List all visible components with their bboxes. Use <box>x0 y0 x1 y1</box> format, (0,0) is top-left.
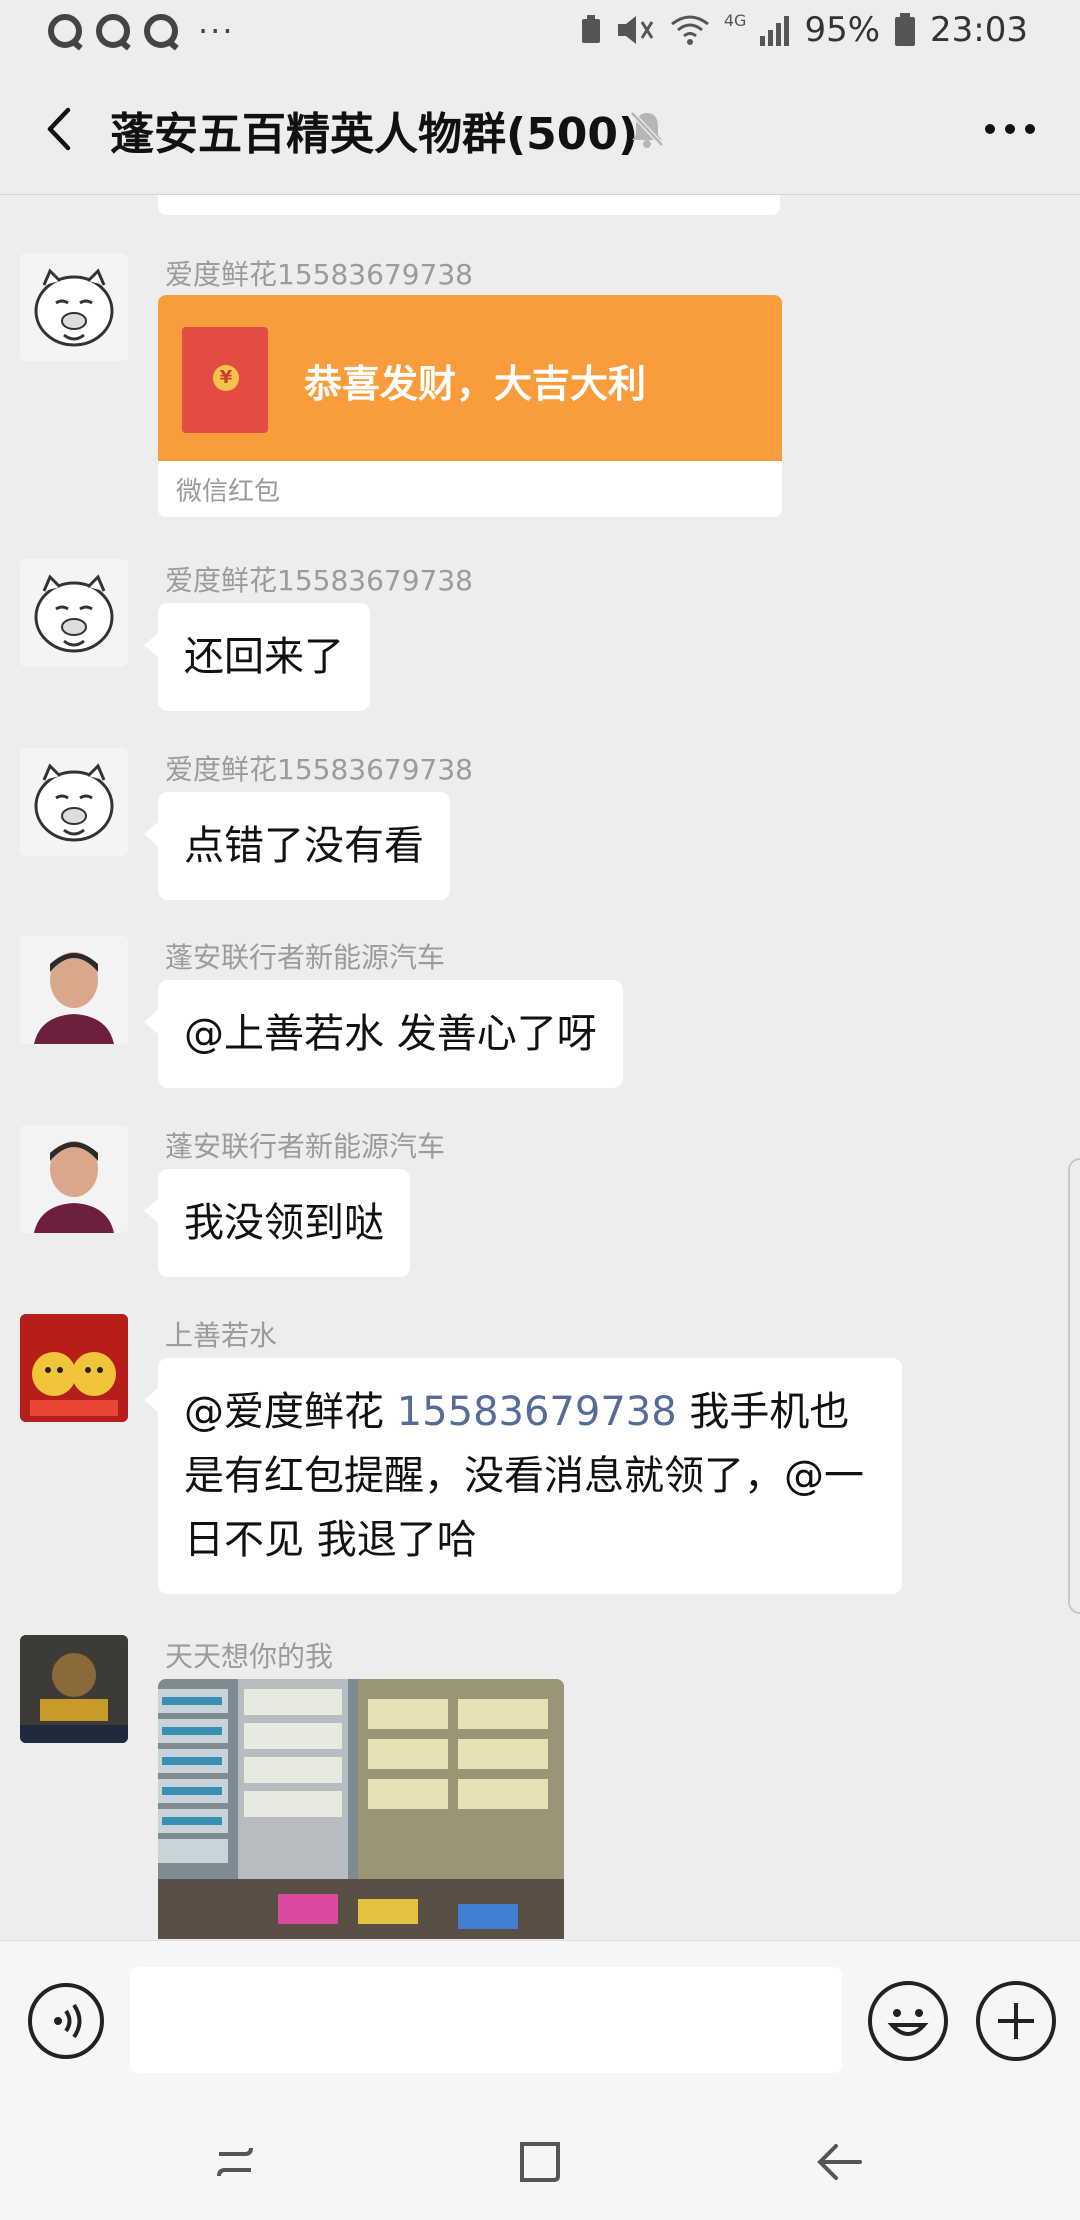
plus-icon <box>998 2003 1034 2039</box>
message-text: @爱度鲜花 <box>184 1389 397 1435</box>
avatar[interactable] <box>20 1314 128 1422</box>
sender-name: 蓬安联行者新能源汽车 <box>165 941 446 974</box>
voice-icon <box>54 2003 82 2039</box>
red-packet-greeting: 恭喜发财，大吉大利 <box>304 362 647 406</box>
message-item: 爱度鲜花15583679738 点错了没有看 <box>0 748 1080 918</box>
home-icon[interactable] <box>510 2132 570 2192</box>
scroll-edge-handle[interactable] <box>1068 1158 1080 1614</box>
man-portrait-icon <box>20 936 128 1044</box>
image-message[interactable] <box>158 1679 564 1939</box>
message-list[interactable]: 爱度鲜花15583679738 ¥ 恭喜发财，大吉大利 微信红包 爱度鲜花155… <box>0 195 1080 1940</box>
chat-header: 蓬安五百精英人物群(500) <box>0 64 1080 195</box>
text-bubble[interactable]: @爱度鲜花 15583679738 我手机也是有红包提醒，没看消息就领了，@一日… <box>144 1358 902 1594</box>
more-options-icon[interactable] <box>980 104 1040 154</box>
man-portrait-icon <box>20 1125 128 1233</box>
festive-dog-dolls-icon <box>20 1314 128 1422</box>
cartoon-pig-face-icon <box>34 763 114 842</box>
page-title: 蓬安五百精英人物群(500) <box>110 109 639 160</box>
battery-percent: 95% <box>804 10 881 50</box>
game-character-icon <box>20 1635 128 1743</box>
input-bar <box>0 1940 1080 2103</box>
back-icon[interactable] <box>810 2132 870 2192</box>
message-input[interactable] <box>130 1967 842 2073</box>
recent-apps-icon[interactable] <box>205 2132 265 2192</box>
text-bubble[interactable]: 还回来了 <box>144 603 370 711</box>
wifi-icon <box>670 15 709 45</box>
back-arrow-icon[interactable] <box>36 104 86 154</box>
avatar[interactable] <box>20 1125 128 1233</box>
emoji-button[interactable] <box>868 1981 948 2061</box>
voice-input-button[interactable] <box>28 1983 104 2059</box>
qq-notification-icon <box>48 14 82 48</box>
phone-number-link[interactable]: 15583679738 <box>397 1389 677 1435</box>
more-functions-button[interactable] <box>976 1981 1056 2061</box>
system-navigation-bar <box>0 2102 1080 2220</box>
sender-name: 爱度鲜花15583679738 <box>165 258 473 291</box>
battery-icon <box>895 13 916 46</box>
message-item: 爱度鲜花15583679738 ¥ 恭喜发财，大吉大利 微信红包 <box>0 253 1080 583</box>
text-bubble[interactable]: 点错了没有看 <box>144 792 450 900</box>
avatar[interactable] <box>20 253 128 361</box>
red-packet-card[interactable]: ¥ 恭喜发财，大吉大利 微信红包 <box>158 295 782 517</box>
red-envelope-icon: ¥ <box>182 327 268 433</box>
smiley-icon <box>887 2009 929 2036</box>
avatar[interactable] <box>20 748 128 856</box>
previous-message-bubble <box>158 195 780 215</box>
muted-bell-icon <box>630 111 664 148</box>
mute-sound-icon <box>617 16 654 44</box>
message-item: 上善若水 @爱度鲜花 15583679738 我手机也是有红包提醒，没看消息就领… <box>0 1314 1080 1614</box>
clock: 23:03 <box>930 10 1028 50</box>
sender-name: 上善若水 <box>165 1319 278 1352</box>
store-shelves-photo-icon <box>158 1679 564 1939</box>
qq-notification-icon <box>96 14 130 48</box>
network-type: 4G <box>723 10 747 30</box>
red-packet-banner: ¥ 恭喜发财，大吉大利 <box>158 295 782 461</box>
sender-name: 爱度鲜花15583679738 <box>165 564 473 597</box>
message-item: 蓬安联行者新能源汽车 @上善若水 发善心了呀 <box>0 936 1080 1106</box>
cartoon-pig-face-icon <box>34 574 114 653</box>
text-bubble[interactable]: 我没领到哒 <box>144 1169 410 1277</box>
status-bar: ··· 4G 95% 23:03 <box>0 0 1080 64</box>
system-status: 4G 95% 23:03 <box>580 10 1028 50</box>
sender-name: 蓬安联行者新能源汽车 <box>165 1130 446 1163</box>
qq-notification-icon <box>144 14 178 48</box>
sender-name: 天天想你的我 <box>165 1640 334 1673</box>
avatar[interactable] <box>20 1635 128 1743</box>
red-packet-label: 微信红包 <box>176 477 281 507</box>
cartoon-pig-face-icon <box>34 268 114 347</box>
avatar[interactable] <box>20 936 128 1044</box>
recycle-icon <box>581 15 600 43</box>
text-bubble[interactable]: @上善若水 发善心了呀 <box>144 980 623 1088</box>
more-notifications-icon: ··· <box>198 12 235 50</box>
message-item: 天天想你的我 <box>0 1635 1080 1940</box>
avatar[interactable] <box>20 559 128 667</box>
notification-icons: ··· <box>48 12 235 50</box>
message-item: 蓬安联行者新能源汽车 我没领到哒 <box>0 1125 1080 1295</box>
signal-icon <box>760 16 790 46</box>
message-item: 爱度鲜花15583679738 还回来了 <box>0 559 1080 729</box>
sender-name: 爱度鲜花15583679738 <box>165 753 473 786</box>
